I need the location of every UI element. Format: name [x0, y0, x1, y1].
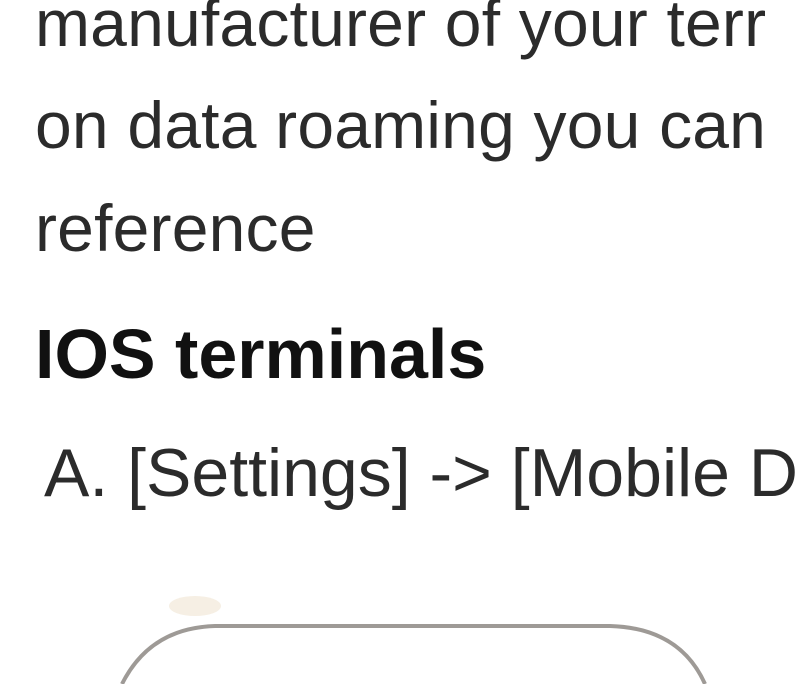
body-text-line: manufacturer of your terr: [35, 0, 767, 60]
phone-outline-icon: [120, 596, 707, 684]
body-text-line: on data roaming you can: [35, 88, 767, 162]
body-text-line: reference: [35, 191, 316, 265]
article-page: manufacturer of your terr on data roamin…: [0, 0, 799, 684]
phone-outline-frame: [120, 624, 707, 684]
illustration-glow: [169, 596, 221, 616]
step-instruction: A. [Settings] -> [Mobile D: [44, 435, 798, 511]
section-heading: IOS terminals: [35, 315, 487, 393]
